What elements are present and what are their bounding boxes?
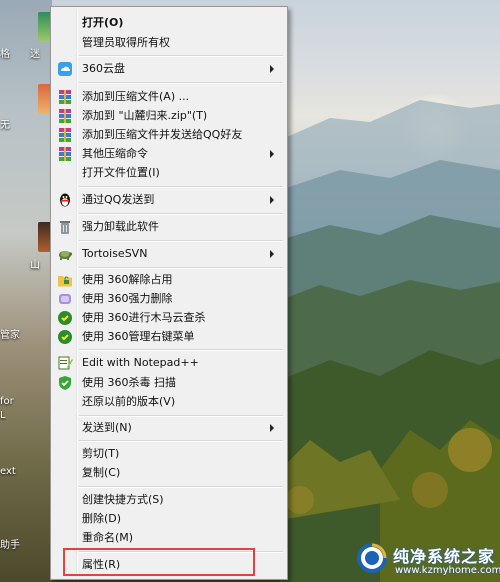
menu-item-label: 管理员取得所有权: [82, 36, 170, 49]
menu-item-360-cloud[interactable]: 360云盘: [54, 59, 284, 79]
menu-item-label: 还原以前的版本(V): [82, 395, 176, 408]
winrar-icon: [59, 147, 71, 161]
menu-item-label: 打开文件位置(I): [82, 166, 160, 179]
desktop-icon-label: ext: [0, 466, 16, 477]
menu-item-open-file-location[interactable]: 打开文件位置(I): [54, 163, 284, 183]
menu-item-360-force-delete[interactable]: 使用 360强力删除: [54, 289, 284, 309]
menu-item-label: 使用 360强力删除: [82, 292, 173, 305]
context-menu: 打开(O) 管理员取得所有权 360云盘 添加到压缩文件(A) ... 添加到 …: [50, 6, 288, 580]
watermark-title: 纯净系统之家: [393, 547, 496, 566]
menu-item-edit-notepad[interactable]: Edit with Notepad++: [54, 353, 284, 373]
desktop-icon-label: 管家: [0, 330, 20, 341]
menu-item-take-ownership[interactable]: 管理员取得所有权: [54, 33, 284, 53]
watermark-logo-icon: [357, 543, 387, 573]
menu-item-label: 添加到压缩文件并发送给QQ好友: [82, 128, 243, 141]
menu-item-label: 复制(C): [82, 466, 121, 479]
menu-item-360-unlock[interactable]: 使用 360解除占用: [54, 270, 284, 290]
menu-item-label: 删除(D): [82, 512, 122, 525]
cloud-icon: [58, 62, 72, 76]
menu-item-add-to-archive[interactable]: 添加到压缩文件(A) ...: [54, 87, 284, 107]
trojan-scan-icon: [58, 311, 72, 325]
menu-item-rename[interactable]: 重命名(M): [54, 528, 284, 548]
submenu-arrow-icon: [270, 196, 274, 204]
watermark: 纯净系统之家 www.kzmyhome.com: [355, 541, 500, 579]
submenu-arrow-icon: [270, 250, 274, 258]
menu-item-tortoisesvn[interactable]: TortoiseSVN: [54, 244, 284, 264]
menu-item-label: 使用 360杀毒 扫描: [82, 376, 176, 389]
menu-item-open[interactable]: 打开(O): [54, 13, 284, 33]
menu-item-label: 添加到压缩文件(A) ...: [82, 90, 190, 103]
menu-separator: [79, 267, 283, 269]
notepad-icon: [58, 356, 73, 370]
menu-item-create-shortcut[interactable]: 创建快捷方式(S): [54, 490, 284, 510]
menu-separator: [79, 186, 283, 188]
menu-item-label: 剪切(T): [82, 447, 120, 460]
menu-separator: [79, 415, 283, 417]
submenu-arrow-icon: [270, 150, 274, 158]
highlight-box: [63, 548, 255, 576]
menu-item-label: 使用 360管理右键菜单: [82, 330, 195, 343]
tortoise-svn-icon: [59, 251, 73, 260]
menu-manage-icon: [58, 330, 72, 344]
desktop-icon-label: for: [0, 396, 14, 407]
menu-item-label: Edit with Notepad++: [82, 356, 199, 369]
winrar-icon: [59, 90, 71, 104]
menu-item-label: 使用 360解除占用: [82, 273, 173, 286]
menu-item-cut[interactable]: 剪切(T): [54, 444, 284, 464]
menu-item-label: 创建快捷方式(S): [82, 493, 164, 506]
watermark-url: www.kzmyhome.com: [395, 565, 500, 576]
menu-separator: [79, 486, 283, 488]
menu-item-label: 通过QQ发送到: [82, 193, 155, 206]
menu-item-360-antivirus-scan[interactable]: 使用 360杀毒 扫描: [54, 373, 284, 393]
menu-item-force-uninstall[interactable]: 强力卸载此软件: [54, 217, 284, 237]
menu-item-label: 打开(O): [82, 16, 124, 29]
menu-separator: [79, 440, 283, 442]
desktop-icon-label: 山: [30, 260, 40, 271]
menu-separator: [79, 82, 283, 84]
menu-item-restore-previous[interactable]: 还原以前的版本(V): [54, 392, 284, 412]
menu-item-label: 重命名(M): [82, 531, 134, 544]
menu-separator: [79, 349, 283, 351]
submenu-arrow-icon: [270, 424, 274, 432]
menu-item-send-to[interactable]: 发送到(N): [54, 418, 284, 438]
qq-penguin-icon: [60, 193, 70, 207]
winrar-icon: [59, 128, 71, 142]
trash-can-icon: [60, 221, 70, 234]
winrar-icon: [59, 109, 71, 123]
menu-item-copy[interactable]: 复制(C): [54, 463, 284, 483]
menu-item-send-via-qq[interactable]: 通过QQ发送到: [54, 190, 284, 210]
menu-item-archive-send-qq[interactable]: 添加到压缩文件并发送给QQ好友: [54, 125, 284, 145]
menu-item-label: 360云盘: [82, 62, 125, 75]
shred-icon: [59, 294, 71, 304]
menu-item-360-manage-menu[interactable]: 使用 360管理右键菜单: [54, 327, 284, 347]
menu-separator: [79, 55, 283, 57]
desktop-icon-label: 助手: [0, 540, 20, 551]
folder-unlock-icon: [58, 276, 72, 287]
menu-item-label: 使用 360进行木马云查杀: [82, 311, 206, 324]
submenu-arrow-icon: [270, 65, 274, 73]
menu-item-add-to-zip[interactable]: 添加到 "山麓归来.zip"(T): [54, 106, 284, 126]
desktop-icon-label: 格: [0, 49, 10, 60]
desktop-icon-label: 迷: [30, 49, 40, 60]
desktop-icon-label: 无: [0, 120, 10, 131]
menu-item-label: 强力卸载此软件: [82, 220, 159, 233]
desktop-icon-label: L: [0, 410, 6, 421]
menu-item-other-compression[interactable]: 其他压缩命令: [54, 144, 284, 164]
menu-item-label: 其他压缩命令: [82, 147, 148, 160]
menu-separator: [79, 213, 283, 215]
menu-item-label: TortoiseSVN: [82, 247, 148, 260]
menu-item-360-trojan-scan[interactable]: 使用 360进行木马云查杀: [54, 308, 284, 328]
shield-icon: [59, 376, 71, 390]
menu-separator: [79, 240, 283, 242]
menu-item-delete[interactable]: 删除(D): [54, 509, 284, 529]
menu-item-label: 添加到 "山麓归来.zip"(T): [82, 109, 208, 122]
menu-item-label: 发送到(N): [82, 421, 132, 434]
